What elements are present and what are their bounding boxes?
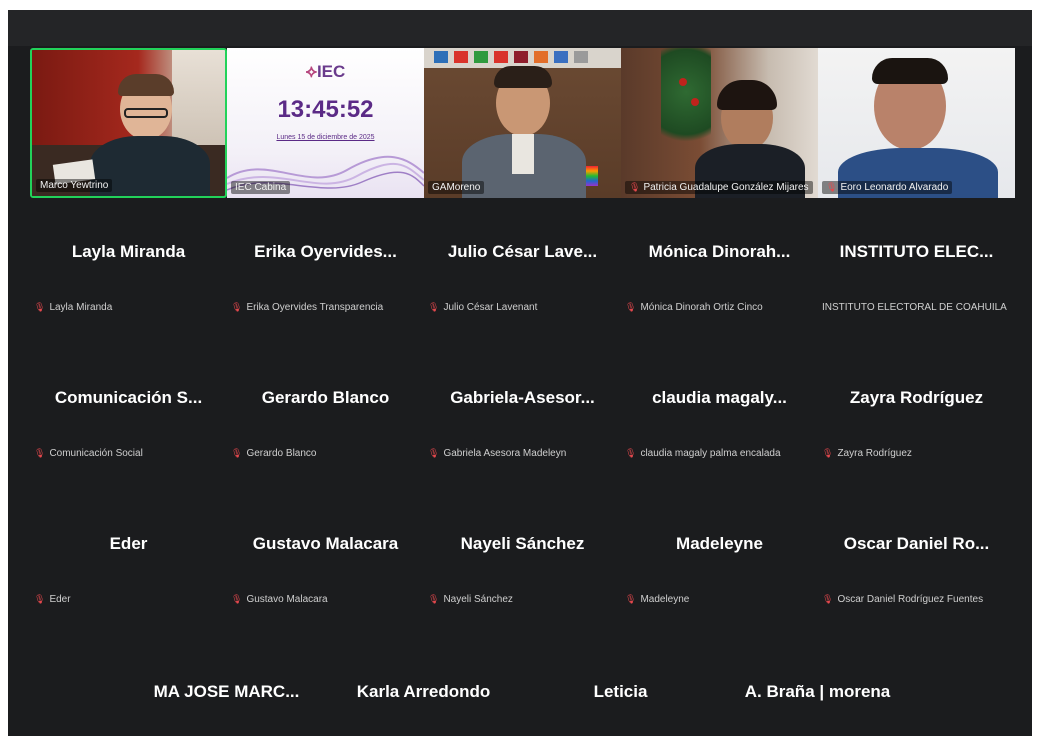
mic-muted-icon: 🎙 [34,594,46,604]
participant-tile[interactable]: Zayra Rodríguez 🎙 Zayra Rodríguez [818,368,1015,468]
participant-name-label: 🎙 Layla Miranda [34,302,113,313]
video-tile-5[interactable]: 🎙 Eoro Leonardo Alvarado [818,48,1015,198]
video-feed [32,50,225,196]
video-name-label: IEC Cabina [231,181,291,194]
mic-muted-icon: 🎙 [231,594,243,604]
participant-tile[interactable]: Erika Oyervides... 🎙 Erika Oyervides Tran… [227,222,424,322]
participant-name-label: 🎙 Madeleyne [625,594,690,605]
participant-display-name: Leticia [593,682,648,701]
participant-display-name: Eder [109,534,148,553]
participant-tile[interactable]: Comunicación S... 🎙 Comunicación Social [30,368,227,468]
participant-name-label: 🎙 Julio César Lavenant [428,302,538,313]
participant-tile[interactable]: MA JOSE MARC... [128,670,325,736]
participant-display-name: Mónica Dinorah... [648,242,791,261]
participant-display-name: Layla Miranda [71,242,186,261]
mic-muted-icon: 🎙 [231,448,243,458]
participant-tile[interactable]: Gerardo Blanco 🎙 Gerardo Blanco [227,368,424,468]
video-feed [621,48,818,198]
participant-row: Comunicación S... 🎙 Comunicación Social G… [30,368,1016,468]
mic-muted-icon: 🎙 [231,302,243,312]
participant-display-name: Nayeli Sánchez [460,534,585,553]
participant-name-label: 🎙 Erika Oyervides Transparencia [231,302,384,313]
participant-name-label: 🎙 Nayeli Sánchez [428,594,513,605]
participant-display-name: Gerardo Blanco [261,388,390,407]
mic-muted-icon: 🎙 [629,182,641,192]
participant-row: MA JOSE MARC... Karla Arredondo Leticia … [30,670,1016,736]
participant-name-label: 🎙 Eder [34,594,71,605]
participant-name-label: INSTITUTO ELECTORAL DE COAHUILA [822,302,1007,313]
participant-name-label: 🎙 Mónica Dinorah Ortiz Cinco [625,302,763,313]
participant-display-name: A. Braña | morena [744,682,891,701]
participant-display-name: Karla Arredondo [356,682,491,701]
mic-muted-icon: 🎙 [625,594,637,604]
mic-muted-icon: 🎙 [428,302,440,312]
video-feed [818,48,1015,198]
video-name-label: GAMoreno [428,181,485,194]
participant-display-name: Erika Oyervides... [254,242,397,261]
mic-muted-icon: 🎙 [34,302,46,312]
participant-name-label: 🎙 Zayra Rodríguez [822,448,912,459]
participant-tile[interactable]: Madeleyne 🎙 Madeleyne [621,514,818,614]
mic-muted-icon: 🎙 [34,448,46,458]
participant-display-name: Gustavo Malacara [252,534,399,553]
participant-display-name: Julio César Lave... [447,242,598,261]
participant-name-label: 🎙 claudia magaly palma encalada [625,448,781,459]
participant-name-label: 🎙 Oscar Daniel Rodríguez Fuentes [822,594,984,605]
participant-tile[interactable]: Karla Arredondo [325,670,522,736]
participant-tile[interactable]: claudia magaly... 🎙 claudia magaly palma … [621,368,818,468]
video-tile-3[interactable]: GAMoreno [424,48,621,198]
participant-tile[interactable]: Eder 🎙 Eder [30,514,227,614]
participant-tile[interactable]: A. Braña | morena [719,670,916,736]
mic-muted-icon: 🎙 [428,594,440,604]
iec-clock: 13:45:52 [277,96,374,123]
mic-muted-icon: 🎙 [826,182,838,192]
participant-display-name: Comunicación S... [54,388,203,407]
participant-tile[interactable]: Gustavo Malacara 🎙 Gustavo Malacara [227,514,424,614]
participant-display-name: Madeleyne [676,534,763,553]
participant-tile[interactable]: Gabriela-Asesor... 🎙 Gabriela Asesora Mad… [424,368,621,468]
participant-tile[interactable]: Layla Miranda 🎙 Layla Miranda [30,222,227,322]
participant-tile[interactable]: Nayeli Sánchez 🎙 Nayeli Sánchez [424,514,621,614]
video-feed [424,48,621,198]
top-bar [8,10,1032,46]
participant-name-label: 🎙 Gustavo Malacara [231,594,328,605]
video-strip: Marco Yewtrino ⟡IEC 13:45:52 Lunes 15 de… [30,48,1016,200]
participant-name-label: 🎙 Gabriela Asesora Madeleyn [428,448,567,459]
participant-tile[interactable]: Oscar Daniel Ro... 🎙 Oscar Daniel Rodrígu… [818,514,1015,614]
iec-logo: ⟡IEC [305,62,346,81]
video-tile-4[interactable]: 🎙 Patricia Guadalupe González Mijares [621,48,818,198]
participant-display-name: Zayra Rodríguez [849,388,984,407]
meeting-window: Marco Yewtrino ⟡IEC 13:45:52 Lunes 15 de… [8,10,1032,736]
iec-screen: ⟡IEC 13:45:52 Lunes 15 de diciembre de 2… [227,48,424,198]
participant-row: Eder 🎙 Eder Gustavo Malacara 🎙 Gustavo Mal… [30,514,1016,614]
iec-date: Lunes 15 de diciembre de 2025 [276,134,375,141]
participant-display-name: claudia magaly... [652,388,787,407]
participant-name-label: 🎙 Gerardo Blanco [231,448,317,459]
participant-name-label: 🎙 Comunicación Social [34,448,143,459]
participant-display-name: MA JOSE MARC... [153,682,300,701]
mic-muted-icon: 🎙 [625,302,637,312]
participant-tile[interactable]: Mónica Dinorah... 🎙 Mónica Dinorah Ortiz … [621,222,818,322]
video-tile-1[interactable]: Marco Yewtrino [30,48,227,198]
mic-muted-icon: 🎙 [822,594,834,604]
participant-display-name: INSTITUTO ELEC... [839,242,994,261]
video-name-label: 🎙 Eoro Leonardo Alvarado [822,181,953,194]
mic-muted-icon: 🎙 [822,448,834,458]
video-name-label: 🎙 Patricia Guadalupe González Mijares [625,181,813,194]
participant-row: Layla Miranda 🎙 Layla Miranda Erika Oyerv… [30,222,1016,322]
mic-muted-icon: 🎙 [428,448,440,458]
participant-tile[interactable]: INSTITUTO ELEC... INSTITUTO ELECTORAL DE… [818,222,1015,322]
video-name-label: Marco Yewtrino [36,179,113,192]
participant-tile[interactable]: Leticia [522,670,719,736]
participant-display-name: Gabriela-Asesor... [450,388,595,407]
participant-tile[interactable]: Julio César Lave... 🎙 Julio César Lavenan… [424,222,621,322]
video-tile-2[interactable]: ⟡IEC 13:45:52 Lunes 15 de diciembre de 2… [227,48,424,198]
participant-display-name: Oscar Daniel Ro... [843,534,990,553]
mic-muted-icon: 🎙 [625,448,637,458]
